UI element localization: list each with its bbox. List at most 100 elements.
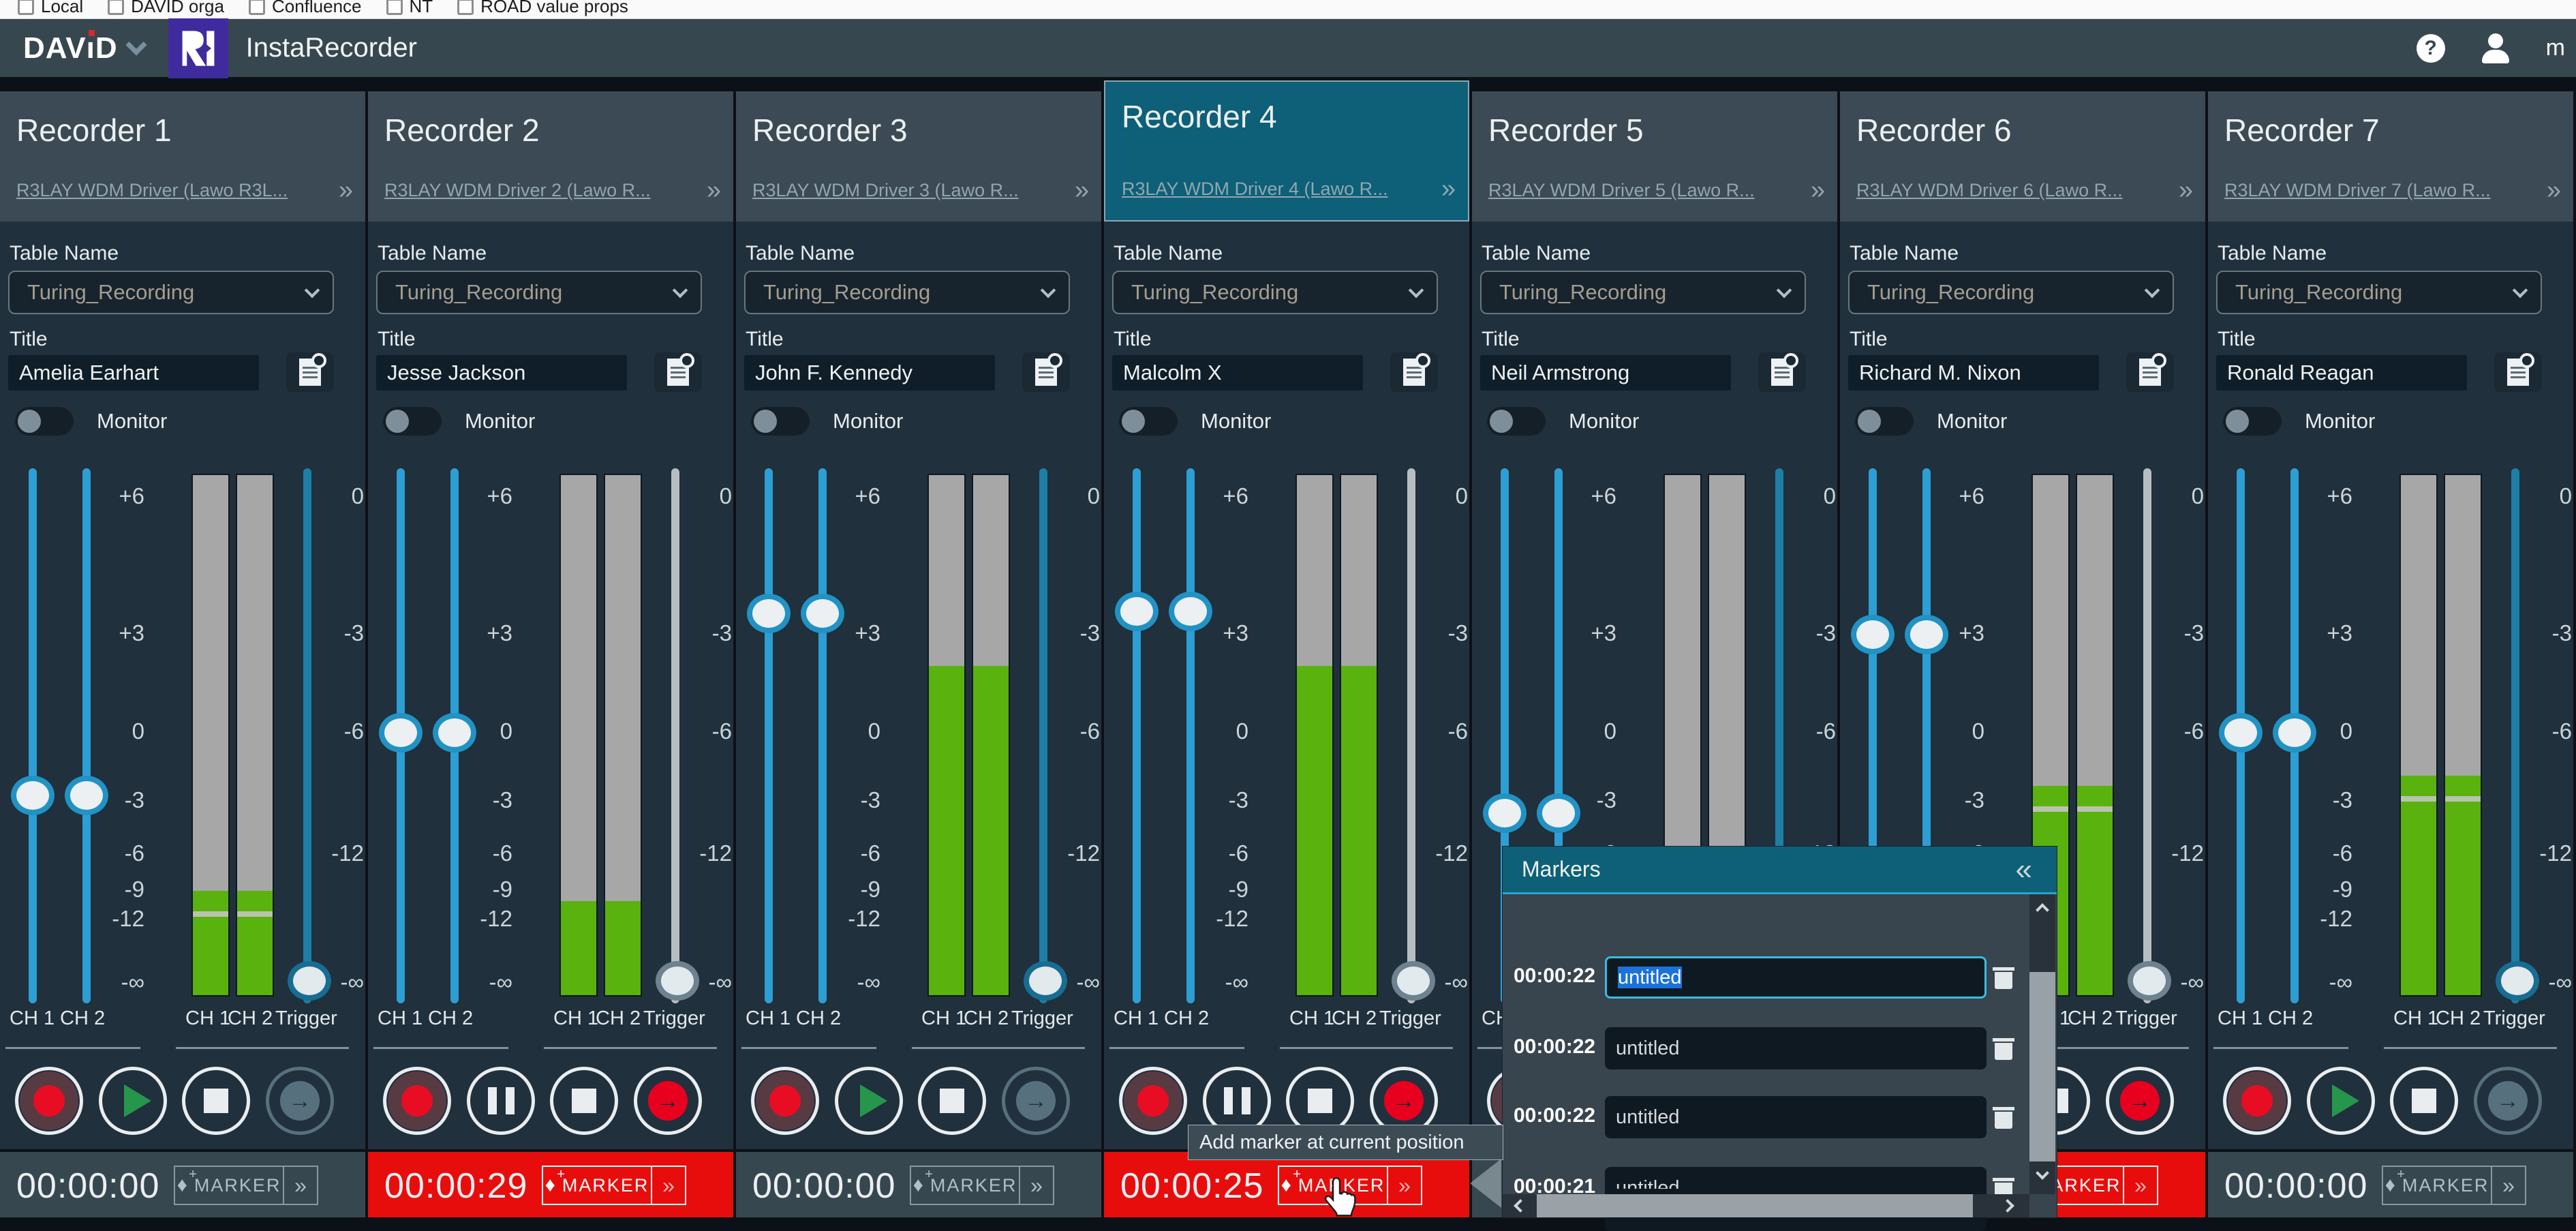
- title-input[interactable]: Amelia Earhart: [8, 355, 259, 391]
- scroll-up-arrow[interactable]: [2029, 894, 2055, 922]
- fader-handle-ch1[interactable]: [1115, 592, 1159, 631]
- bookmark-item[interactable]: DAVID orga: [108, 0, 224, 17]
- driver-expand-icon[interactable]: »: [339, 176, 353, 205]
- record-button[interactable]: [751, 1067, 819, 1135]
- next-take-button[interactable]: →: [2106, 1067, 2174, 1135]
- collapse-panel-icon[interactable]: «: [2016, 853, 2032, 887]
- driver-link[interactable]: R3LAY WDM Driver 5 (Lawo R...: [1488, 180, 1801, 201]
- driver-link[interactable]: R3LAY WDM Driver 6 (Lawo R...: [1856, 180, 2169, 201]
- help-icon[interactable]: ?: [2416, 33, 2445, 63]
- fader-track-ch1[interactable]: [1133, 468, 1141, 1003]
- title-input[interactable]: Neil Armstrong: [1480, 355, 1731, 391]
- fader-handle-ch1[interactable]: [1483, 793, 1527, 833]
- driver-link[interactable]: R3LAY WDM Driver 2 (Lawo R...: [384, 180, 697, 201]
- bookmark-item[interactable]: Confluence: [248, 0, 362, 17]
- title-input[interactable]: Malcolm X: [1112, 355, 1363, 391]
- title-input[interactable]: Jesse Jackson: [376, 355, 627, 391]
- title-lookup-button[interactable]: [2126, 352, 2174, 392]
- title-lookup-button[interactable]: [286, 352, 334, 392]
- title-lookup-button[interactable]: [1022, 352, 1070, 392]
- driver-expand-icon[interactable]: »: [707, 176, 721, 205]
- fader-handle-ch1[interactable]: [747, 594, 791, 633]
- record-button[interactable]: [2223, 1067, 2291, 1135]
- marker-button[interactable]: ♦+MARKER »: [542, 1166, 686, 1205]
- stop-button[interactable]: [550, 1067, 618, 1135]
- driver-expand-icon[interactable]: »: [2179, 176, 2193, 205]
- delete-marker-icon[interactable]: [1993, 1107, 2014, 1129]
- driver-expand-icon[interactable]: »: [1811, 176, 1825, 205]
- monitor-toggle[interactable]: [383, 407, 442, 436]
- driver-expand-icon[interactable]: »: [1075, 176, 1089, 205]
- driver-link[interactable]: R3LAY WDM Driver 3 (Lawo R...: [752, 180, 1065, 201]
- marker-button[interactable]: ♦+MARKER »: [910, 1166, 1054, 1205]
- monitor-toggle[interactable]: [15, 407, 74, 436]
- table-name-select[interactable]: Turing_Recording: [2216, 271, 2542, 314]
- delete-marker-icon[interactable]: [1993, 967, 2014, 989]
- marker-button[interactable]: ♦+MARKER »: [2382, 1166, 2526, 1205]
- recorder-header[interactable]: Recorder 5 R3LAY WDM Driver 5 (Lawo R...…: [1472, 91, 1837, 222]
- marker-expand-icon[interactable]: »: [2491, 1167, 2525, 1204]
- next-take-button[interactable]: →: [2474, 1067, 2542, 1135]
- play-pause-button[interactable]: [467, 1067, 535, 1135]
- stop-button[interactable]: [182, 1067, 250, 1135]
- bookmark-item[interactable]: ROAD value props: [457, 0, 628, 17]
- stop-button[interactable]: [2390, 1067, 2458, 1135]
- marker-name-input[interactable]: untitled: [1605, 956, 1987, 999]
- title-input[interactable]: Ronald Reagan: [2216, 355, 2467, 391]
- fader-handle-ch1[interactable]: [1851, 615, 1895, 654]
- next-take-button[interactable]: →: [634, 1067, 702, 1135]
- table-name-select[interactable]: Turing_Recording: [1480, 271, 1806, 314]
- horizontal-scroll-thumb[interactable]: [1537, 1194, 1973, 1217]
- bookmark-item[interactable]: NT: [386, 0, 433, 17]
- marker-name-input[interactable]: untitled: [1605, 1027, 1987, 1069]
- table-name-select[interactable]: Turing_Recording: [376, 271, 702, 314]
- fader-handle-ch1[interactable]: [379, 713, 423, 753]
- recorder-header[interactable]: Recorder 6 R3LAY WDM Driver 6 (Lawo R...…: [1840, 91, 2205, 222]
- panel-resize-handle[interactable]: [1470, 1159, 1501, 1208]
- play-pause-button[interactable]: [2307, 1067, 2375, 1135]
- driver-link[interactable]: R3LAY WDM Driver 4 (Lawo R...: [1122, 179, 1432, 200]
- david-logo[interactable]: DAVıD: [23, 31, 118, 65]
- title-lookup-button[interactable]: [1758, 352, 1806, 392]
- marker-expand-icon[interactable]: »: [651, 1167, 685, 1204]
- play-pause-button[interactable]: [99, 1067, 167, 1135]
- table-name-select[interactable]: Turing_Recording: [1848, 271, 2174, 314]
- delete-marker-icon[interactable]: [1993, 1038, 2014, 1060]
- scroll-down-arrow[interactable]: [2029, 1161, 2055, 1189]
- fader-track-ch1[interactable]: [765, 468, 773, 1003]
- driver-expand-icon[interactable]: »: [2547, 176, 2561, 205]
- marker-expand-icon[interactable]: »: [283, 1167, 317, 1204]
- next-take-button[interactable]: →: [1002, 1067, 1070, 1135]
- title-lookup-button[interactable]: [2494, 352, 2542, 392]
- vertical-scroll-thumb[interactable]: [2029, 972, 2055, 1189]
- chevron-down-icon[interactable]: [125, 33, 147, 56]
- scroll-left-arrow[interactable]: [1503, 1194, 1534, 1217]
- scroll-right-arrow[interactable]: [1994, 1194, 2025, 1217]
- next-take-button[interactable]: →: [266, 1067, 334, 1135]
- marker-name-input[interactable]: untitled: [1605, 1096, 1987, 1138]
- title-input[interactable]: Richard M. Nixon: [1848, 355, 2099, 391]
- title-lookup-button[interactable]: [654, 352, 702, 392]
- driver-link[interactable]: R3LAY WDM Driver (Lawo R3L...: [16, 180, 329, 201]
- recorder-header[interactable]: Recorder 7 R3LAY WDM Driver 7 (Lawo R...…: [2208, 91, 2573, 222]
- record-button[interactable]: [1119, 1067, 1187, 1135]
- record-button[interactable]: [15, 1067, 83, 1135]
- play-pause-button[interactable]: [835, 1067, 903, 1135]
- table-name-select[interactable]: Turing_Recording: [8, 271, 334, 314]
- driver-link[interactable]: R3LAY WDM Driver 7 (Lawo R...: [2224, 180, 2537, 201]
- recorder-header[interactable]: Recorder 2 R3LAY WDM Driver 2 (Lawo R...…: [368, 91, 733, 222]
- marker-button[interactable]: ♦+MARKER »: [174, 1166, 318, 1205]
- stop-button[interactable]: [918, 1067, 986, 1135]
- fader-handle-ch1[interactable]: [2219, 713, 2263, 753]
- bookmark-item[interactable]: Local: [18, 0, 83, 17]
- monitor-toggle[interactable]: [751, 407, 810, 436]
- fader-track-ch1[interactable]: [29, 468, 37, 1003]
- recorder-header[interactable]: Recorder 1 R3LAY WDM Driver (Lawo R3L...…: [0, 91, 365, 222]
- horizontal-scrollbar[interactable]: [1503, 1194, 2029, 1217]
- table-name-select[interactable]: Turing_Recording: [1112, 271, 1438, 314]
- user-icon[interactable]: [2481, 33, 2511, 63]
- marker-expand-icon[interactable]: »: [1387, 1167, 1421, 1204]
- monitor-toggle[interactable]: [1487, 407, 1546, 436]
- monitor-toggle[interactable]: [1119, 407, 1178, 436]
- fader-handle-ch1[interactable]: [11, 776, 55, 815]
